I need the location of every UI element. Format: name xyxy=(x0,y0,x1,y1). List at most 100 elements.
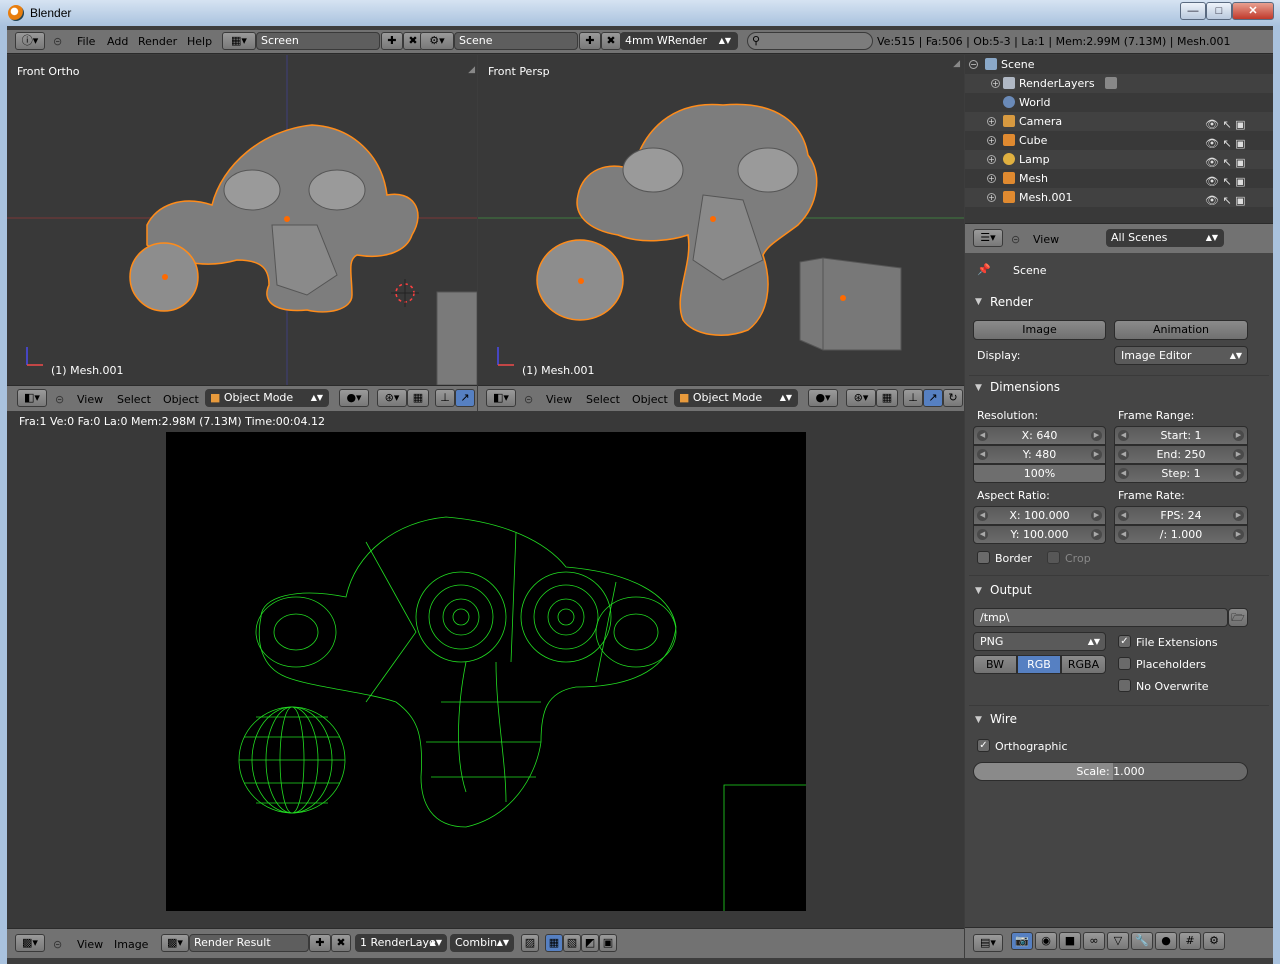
resolution-percent-slider[interactable]: 100% xyxy=(973,464,1106,483)
render-pass-select[interactable]: Combin ▲▼ xyxy=(450,934,514,952)
render-animation-button[interactable]: Animation xyxy=(1114,320,1248,340)
collapse-icon[interactable]: ⊝ xyxy=(53,938,62,951)
render-image-button[interactable]: Image xyxy=(973,320,1106,340)
tab-scene[interactable]: ◉ xyxy=(1035,932,1057,950)
manipulator-toggle-button[interactable]: ⊥ xyxy=(435,389,455,407)
image-name-field[interactable]: Render Result xyxy=(189,934,309,952)
frame-step-field[interactable]: ◀ Step: 1 ▶ xyxy=(1114,464,1248,483)
delete-scene-button[interactable]: ✖ xyxy=(601,32,621,50)
menu-object[interactable]: Object xyxy=(163,393,199,406)
collapse-icon[interactable]: ⊝ xyxy=(524,393,533,406)
frame-start-field[interactable]: ◀ Start: 1 ▶ xyxy=(1114,426,1248,445)
draw-channels-button[interactable]: ▨ xyxy=(521,934,539,952)
translate-manipulator-button[interactable]: ↗ xyxy=(455,389,475,407)
tab-texture[interactable]: # xyxy=(1179,932,1201,950)
viewport-front-ortho[interactable]: Front Ortho (1) Mesh.001 ◢ xyxy=(7,55,477,385)
collapse-icon[interactable]: ⊝ xyxy=(1011,233,1020,246)
outliner-row-renderlayers[interactable]: + RenderLayers xyxy=(965,74,1273,93)
layer-toggle-button[interactable]: ▦ xyxy=(876,389,898,407)
expand-toggle-icon[interactable]: + xyxy=(987,136,996,145)
render-layer-select[interactable]: 1 RenderLaye ▲▼ xyxy=(355,934,447,952)
expand-toggle-icon[interactable]: + xyxy=(987,117,996,126)
output-panel-title[interactable]: Output xyxy=(990,583,1032,597)
display-alpha-button[interactable]: ▧ xyxy=(563,934,581,952)
menu-render[interactable]: Render xyxy=(138,35,177,48)
editor-type-info-button[interactable]: ⓘ▾ xyxy=(15,32,45,50)
fps-base-field[interactable]: ◀/: 1.000 ▶ xyxy=(1114,525,1248,544)
resolution-x-field[interactable]: ◀ X: 640 ▶ xyxy=(973,426,1106,445)
layer-toggle-button[interactable]: ▦ xyxy=(407,389,429,407)
visibility-eye-icon[interactable]: 👁 ↖ ▣ xyxy=(1205,153,1246,172)
file-extensions-checkbox[interactable]: ✓ xyxy=(1118,635,1131,648)
screen-field[interactable]: Screen xyxy=(256,32,380,50)
menu-object[interactable]: Object xyxy=(632,393,668,406)
menu-add[interactable]: Add xyxy=(107,35,128,48)
manipulator-toggle-button[interactable]: ⊥ xyxy=(903,389,923,407)
new-image-button[interactable]: ✚ xyxy=(309,934,331,952)
render-result-image[interactable] xyxy=(166,432,806,911)
render-panel-title[interactable]: Render xyxy=(990,295,1033,309)
no-overwrite-checkbox[interactable] xyxy=(1118,679,1131,692)
menu-view[interactable]: View xyxy=(1033,233,1059,246)
display-mode-select[interactable]: All Scenes ▲▼ xyxy=(1106,229,1224,247)
scene-selector-button[interactable]: ⚙▾ xyxy=(420,32,454,50)
outliner-row-world[interactable]: World xyxy=(965,93,1273,112)
visibility-eye-icon[interactable]: 👁 ↖ ▣ xyxy=(1205,191,1246,210)
panel-collapse-icon[interactable]: ▼ xyxy=(975,383,982,393)
color-mode-rgb-button[interactable]: RGB xyxy=(1017,655,1061,674)
viewport-shading-button[interactable]: ●▾ xyxy=(808,389,838,407)
tab-world[interactable]: ■ xyxy=(1059,932,1081,950)
display-full-button[interactable]: ▣ xyxy=(599,934,617,952)
search-field[interactable]: ⚲ xyxy=(747,32,873,50)
crop-checkbox[interactable] xyxy=(1047,551,1060,564)
expand-toggle-icon[interactable]: + xyxy=(987,174,996,183)
menu-help[interactable]: Help xyxy=(187,35,212,48)
output-path-field[interactable]: /tmp\ xyxy=(973,608,1228,627)
expand-toggle-icon[interactable]: + xyxy=(987,193,996,202)
file-format-select[interactable]: PNG ▲▼ xyxy=(973,632,1106,651)
viewport-shading-button[interactable]: ●▾ xyxy=(339,389,369,407)
expand-toggle-icon[interactable]: + xyxy=(991,79,1000,88)
browse-image-button[interactable]: ▩▾ xyxy=(161,934,189,952)
placeholders-checkbox[interactable] xyxy=(1118,657,1131,670)
frame-end-field[interactable]: ◀ End: 250 ▶ xyxy=(1114,445,1248,464)
resolution-y-field[interactable]: ◀ Y: 480 ▶ xyxy=(973,445,1106,464)
editor-type-image-button[interactable]: ▩▾ xyxy=(15,934,45,952)
tab-material[interactable]: ● xyxy=(1155,932,1177,950)
menu-select[interactable]: Select xyxy=(586,393,620,406)
display-select[interactable]: Image Editor ▲▼ xyxy=(1114,346,1248,365)
menu-view[interactable]: View xyxy=(77,938,103,951)
panel-collapse-icon[interactable]: ▼ xyxy=(975,297,982,307)
outliner-row-scene[interactable]: − Scene xyxy=(965,55,1273,74)
color-mode-bw-button[interactable]: BW xyxy=(973,655,1017,674)
tab-object[interactable]: ∞ xyxy=(1083,932,1105,950)
viewport-corner-icon[interactable]: ◢ xyxy=(953,59,960,69)
close-button[interactable]: ✕ xyxy=(1232,2,1274,20)
add-screen-button[interactable]: ✚ xyxy=(381,32,403,50)
border-checkbox[interactable] xyxy=(977,551,990,564)
visibility-eye-icon[interactable]: 👁 ↖ ▣ xyxy=(1205,115,1246,134)
tab-render[interactable]: 📷 xyxy=(1011,932,1033,950)
tab-modifiers[interactable]: 🔧 xyxy=(1131,932,1153,950)
panel-collapse-icon[interactable]: ▼ xyxy=(975,715,982,725)
orthographic-checkbox[interactable]: ✓ xyxy=(977,739,990,752)
browse-folder-button[interactable]: 🗁 xyxy=(1228,608,1248,627)
tab-physics[interactable]: ⚙ xyxy=(1203,932,1225,950)
rotate-manipulator-button[interactable]: ↻ xyxy=(943,389,963,407)
viewport-corner-icon[interactable]: ◢ xyxy=(468,65,475,75)
fps-field[interactable]: ◀ FPS: 24 ▶ xyxy=(1114,506,1248,525)
color-mode-rgba-button[interactable]: RGBA xyxy=(1061,655,1106,674)
editor-type-3dview-button[interactable]: ◧▾ xyxy=(486,389,516,407)
collapse-toggle-icon[interactable]: − xyxy=(969,60,978,69)
pivot-point-button[interactable]: ⊛▾ xyxy=(846,389,876,407)
pin-icon[interactable]: 📌 xyxy=(977,263,991,276)
aspect-x-field[interactable]: ◀ X: 100.000 ▶ xyxy=(973,506,1106,525)
pivot-point-button[interactable]: ⊛▾ xyxy=(377,389,407,407)
translate-manipulator-button[interactable]: ↗ xyxy=(923,389,943,407)
menu-image[interactable]: Image xyxy=(114,938,148,951)
collapse-icon[interactable]: ⊝ xyxy=(53,35,62,48)
editor-type-outliner-button[interactable]: ☰▾ xyxy=(973,229,1003,247)
visibility-eye-icon[interactable]: 👁 ↖ ▣ xyxy=(1205,134,1246,153)
screen-layout-button[interactable]: ▦▾ xyxy=(222,32,256,50)
mode-select[interactable]: ■ Object Mode ▲▼ xyxy=(674,389,798,407)
